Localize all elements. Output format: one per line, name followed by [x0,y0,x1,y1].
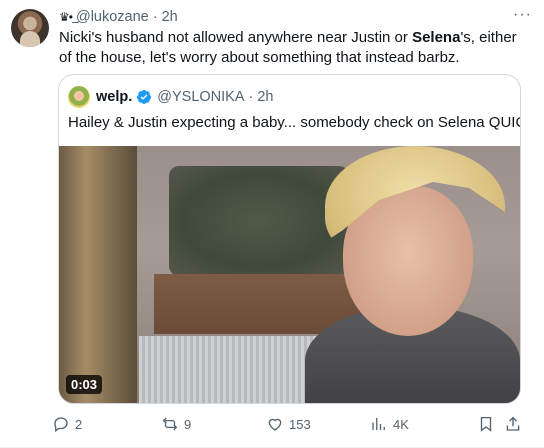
quoted-author-avatar[interactable] [68,86,90,108]
tweet-time[interactable]: 2h [162,9,178,25]
quoted-tweet-time[interactable]: 2h [257,89,273,105]
reply-count: 2 [75,416,83,432]
bookmark-icon [480,416,492,432]
tweet-text-bold: Selena [412,29,461,46]
repost-count: 9 [184,416,192,432]
repost-button[interactable]: 9 [161,412,191,436]
verified-badge-icon [137,90,152,104]
author-avatar[interactable] [11,9,49,47]
video-player[interactable]: 0:03 [59,146,520,403]
tweet-text-part: Nicki's husband not allowed anywhere nea… [59,29,413,46]
video-frame-curtain [59,146,137,403]
tweet[interactable]: ♛•͢ @lukozane · 2h ··· Nicki's husband n… [0,0,544,448]
author-handle[interactable]: @lukozane [76,9,149,25]
action-bar: 2 9 153 4K [52,412,522,436]
author-display-name[interactable]: ♛•͢ [59,10,73,24]
separator-dot: · [248,89,254,105]
video-frame-person [305,146,520,403]
quoted-tweet-text: Hailey & Justin expecting a baby... some… [68,114,521,131]
reply-icon [54,417,68,433]
share-icon [506,416,520,431]
repost-icon [162,417,178,431]
like-button[interactable]: 153 [266,412,311,436]
views-count: 4K [393,416,409,432]
quoted-author-handle[interactable]: @YSLONIKA [157,89,244,105]
share-button[interactable] [504,412,527,436]
quoted-tweet-header: welp. @YSLONIKA · 2h [68,86,274,108]
bookmark-button[interactable] [477,412,500,436]
more-options-icon[interactable]: ··· [513,7,532,23]
video-duration-badge: 0:03 [66,375,103,394]
quoted-tweet[interactable]: welp. @YSLONIKA · 2h Hailey & Justin exp… [58,74,521,404]
heart-icon [268,418,282,431]
tweet-header: ♛•͢ @lukozane · 2h [59,8,178,26]
views-button[interactable]: 4K [370,412,409,436]
reply-button[interactable]: 2 [52,412,82,436]
quoted-author-name[interactable]: welp. [96,89,132,105]
separator-dot: · [152,9,158,25]
views-chart-icon [372,418,385,430]
tweet-text: Nicki's husband not allowed anywhere nea… [59,28,529,68]
like-count: 153 [289,416,311,432]
